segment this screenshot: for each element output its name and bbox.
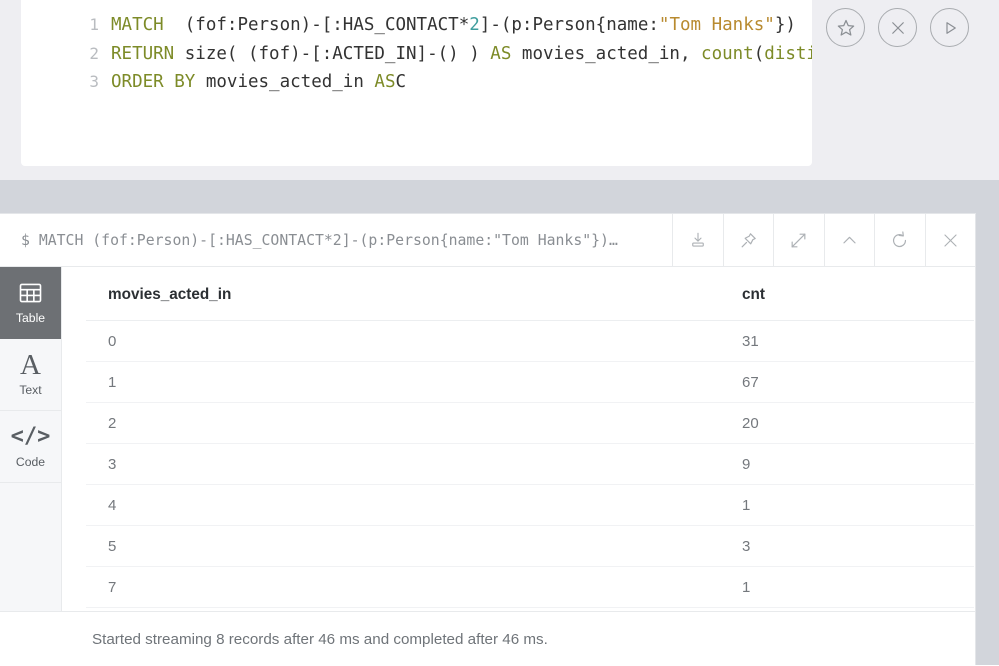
view-tab-label: Table (15, 311, 46, 325)
fullscreen-button[interactable] (773, 214, 824, 266)
close-frame-button[interactable] (924, 214, 976, 266)
status-message: Started streaming 8 records after 46 ms … (92, 630, 548, 648)
view-tab-code[interactable]: </> Code (0, 411, 61, 483)
code-token: count (701, 43, 754, 64)
table-row: 71 (86, 566, 974, 608)
table-cell: 67 (720, 361, 974, 403)
rerun-button[interactable] (874, 214, 925, 266)
table-cell: 1 (720, 566, 974, 608)
code-token: ( (753, 43, 765, 64)
line-number: 1 (89, 15, 99, 34)
code-line: 2 RETURN size( (fof)-[:ACTED_IN]-() ) AS … (21, 40, 812, 69)
play-icon (941, 19, 959, 37)
refresh-icon (890, 230, 909, 250)
table-row: 41 (86, 484, 974, 526)
query-code[interactable]: 1 MATCH (fof:Person)-[:HAS_CONTACT*2]-(p:… (21, 11, 812, 97)
clear-editor-button[interactable] (878, 8, 917, 47)
code-line: 3 ORDER BY movies_acted_in ASC (21, 68, 812, 97)
star-icon (836, 18, 856, 38)
result-status-bar: Started streaming 8 records after 46 ms … (0, 611, 975, 666)
result-frame: $ MATCH (fof:Person)-[:HAS_CONTACT*2]-(p… (0, 213, 976, 666)
table-row: 0 31 (86, 320, 974, 362)
table-icon (19, 280, 42, 306)
chevron-up-icon (840, 231, 859, 250)
query-editor-card[interactable]: 1 MATCH (fof:Person)-[:HAS_CONTACT*2]-(p:… (21, 0, 812, 166)
code-token: ]-(p:Person{name: (479, 15, 659, 35)
table-row: 1 67 (86, 361, 974, 403)
table-row: 2 20 (86, 402, 974, 444)
table-cell: 7 (86, 566, 720, 608)
download-icon (689, 231, 707, 249)
line-number: 3 (89, 72, 99, 91)
code-token: 2 (469, 15, 480, 35)
favorite-button[interactable] (826, 8, 865, 47)
code-token: (fof:Person)-[:HAS_CONTACT* (163, 15, 470, 35)
query-editor-area: 1 MATCH (fof:Person)-[:HAS_CONTACT*2]-(p:… (0, 0, 999, 180)
frame-separator (0, 180, 999, 213)
pin-icon (739, 231, 758, 250)
table-cell: 9 (720, 443, 974, 485)
frame-body: Table A Text </> Code movies_acted_in cn… (0, 267, 975, 665)
results-table-body: 03116722039415371121 (86, 320, 974, 649)
collapse-button[interactable] (823, 214, 875, 266)
code-token: distinct (764, 43, 812, 64)
table-cell: 5 (86, 525, 720, 567)
table-cell: 3 (86, 443, 720, 485)
code-token: RETURN (111, 43, 175, 64)
result-view-tabs: Table A Text </> Code (0, 267, 62, 665)
view-tab-label: Text (19, 383, 42, 397)
pin-button[interactable] (722, 214, 774, 266)
frame-right-gutter (976, 213, 999, 665)
results-table-head: movies_acted_in cnt (86, 267, 974, 321)
table-cell: 0 (86, 320, 720, 362)
code-token: size( (fof)-[:ACTED_IN]-() ) (174, 43, 491, 64)
view-tab-label: Code (15, 455, 46, 469)
text-icon: A (20, 349, 41, 381)
code-token: C (395, 72, 407, 92)
table-cell: 4 (86, 484, 720, 526)
view-tab-text[interactable]: A Text (0, 339, 61, 411)
results-table: movies_acted_in cnt 03116722039415371121 (86, 267, 974, 649)
table-cell: 31 (720, 320, 974, 362)
code-icon: </> (10, 424, 51, 449)
table-row: 39 (86, 443, 974, 485)
table-cell: 1 (86, 361, 720, 403)
run-query-button[interactable] (930, 8, 969, 47)
view-tab-table[interactable]: Table (0, 267, 61, 339)
download-button[interactable] (672, 214, 723, 266)
line-number: 2 (89, 43, 99, 63)
table-row: 53 (86, 525, 974, 567)
editor-action-buttons (826, 8, 969, 47)
column-header-movies-acted-in: movies_acted_in (86, 267, 720, 321)
table-cell: 1 (720, 484, 974, 526)
code-token: AS (374, 72, 396, 92)
code-token: AS (490, 43, 512, 64)
expand-icon (789, 231, 808, 250)
code-token: MATCH (111, 15, 164, 35)
table-cell: 2 (86, 402, 720, 444)
code-line: 1 MATCH (fof:Person)-[:HAS_CONTACT*2]-(p:… (21, 11, 812, 40)
frame-query-title: $ MATCH (fof:Person)-[:HAS_CONTACT*2]-(p… (21, 231, 618, 249)
table-header-row: movies_acted_in cnt (86, 267, 974, 321)
code-token: }) (774, 15, 796, 35)
frame-header: $ MATCH (fof:Person)-[:HAS_CONTACT*2]-(p… (0, 214, 975, 267)
code-token: ORDER BY (111, 72, 196, 92)
table-cell: 20 (720, 402, 974, 444)
table-cell: 3 (720, 525, 974, 567)
column-header-cnt: cnt (720, 267, 974, 321)
close-icon (889, 19, 907, 37)
results-table-panel: movies_acted_in cnt 03116722039415371121 (62, 267, 975, 665)
close-icon (941, 231, 960, 250)
code-token: movies_acted_in, (511, 43, 702, 64)
code-token: "Tom Hanks" (658, 15, 775, 35)
code-token: movies_acted_in (195, 72, 375, 92)
